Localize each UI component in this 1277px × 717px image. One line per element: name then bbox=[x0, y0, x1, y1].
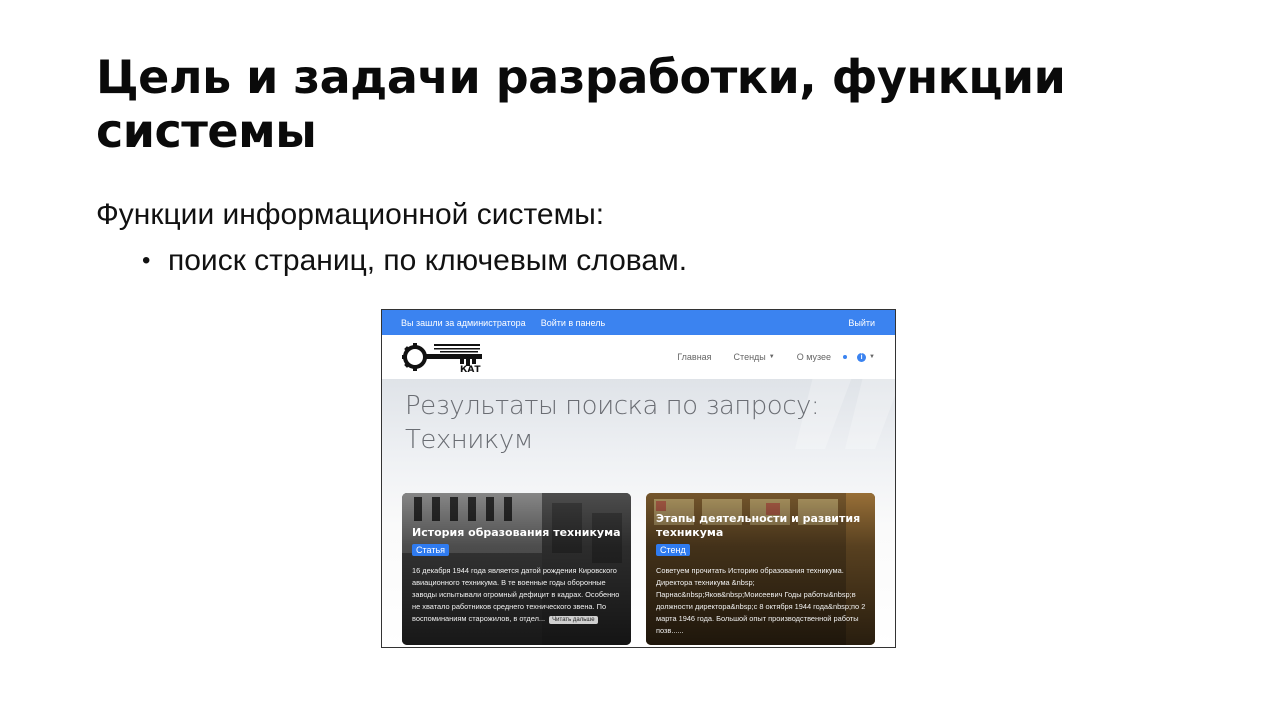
site-logo[interactable]: КАТ bbox=[402, 341, 484, 375]
key-logo-icon: КАТ bbox=[402, 343, 482, 375]
slide-subtitle: Функции информационной системы: bbox=[96, 198, 605, 231]
search-results-section: Результаты поиска по запросу: Техникум И… bbox=[382, 379, 895, 647]
card-excerpt-text: 16 декабря 1944 года является датой рожд… bbox=[412, 566, 620, 623]
card-title[interactable]: История образования техникума bbox=[412, 526, 623, 540]
bullet-dot-icon: • bbox=[142, 247, 151, 274]
result-card[interactable]: История образования техникума Статья 16 … bbox=[402, 493, 631, 645]
card-excerpt: 16 декабря 1944 года является датой рожд… bbox=[412, 565, 623, 625]
card-badge: Статья bbox=[412, 544, 450, 556]
admin-status-text: Вы зашли за администратора bbox=[401, 317, 526, 328]
logo-text: КАТ bbox=[460, 365, 481, 373]
nav-menu: Главная Стенды ▼ О музее i ▼ bbox=[655, 335, 875, 379]
chevron-down-icon: ▼ bbox=[768, 354, 775, 360]
result-card[interactable]: Этапы деятельности и развития техникума … bbox=[646, 493, 875, 645]
nav-home[interactable]: Главная bbox=[677, 352, 711, 362]
card-body: Этапы деятельности и развития техникума … bbox=[656, 512, 867, 645]
admin-bar: Вы зашли за администратора Войти в панел… bbox=[382, 310, 895, 335]
card-excerpt: Советуем прочитать Историю образования т… bbox=[656, 566, 866, 635]
info-icon: i bbox=[857, 352, 867, 362]
card-body: История образования техникума Статья 16 … bbox=[412, 526, 623, 645]
dot-icon bbox=[843, 355, 848, 359]
site-navbar: КАТ Главная Стенды ▼ О музее i ▼ bbox=[382, 335, 895, 379]
logout-link[interactable]: Выйти bbox=[848, 318, 875, 328]
read-more-button[interactable]: Читать дальше bbox=[549, 616, 598, 624]
bullet-item: • поиск страниц, по ключевым словам. bbox=[142, 242, 687, 280]
nav-stands[interactable]: Стенды ▼ bbox=[734, 352, 775, 362]
website-screenshot: Вы зашли за администратора Войти в панел… bbox=[381, 309, 896, 648]
bullet-text: поиск страниц, по ключевым словам. bbox=[168, 244, 688, 277]
card-title[interactable]: Этапы деятельности и развития техникума bbox=[656, 512, 867, 540]
slide-title: Цель и задачи разработки, функции систем… bbox=[96, 50, 1066, 158]
nav-info-dropdown[interactable]: i ▼ bbox=[857, 352, 875, 362]
chevron-down-icon: ▼ bbox=[869, 354, 875, 360]
search-results-title: Результаты поиска по запросу: Техникум bbox=[405, 391, 820, 455]
nav-stands-label: Стенды bbox=[733, 352, 766, 362]
card-badge: Стенд bbox=[656, 544, 690, 556]
nav-about[interactable]: О музее bbox=[797, 352, 831, 362]
admin-panel-link[interactable]: Войти в панель bbox=[541, 318, 605, 328]
